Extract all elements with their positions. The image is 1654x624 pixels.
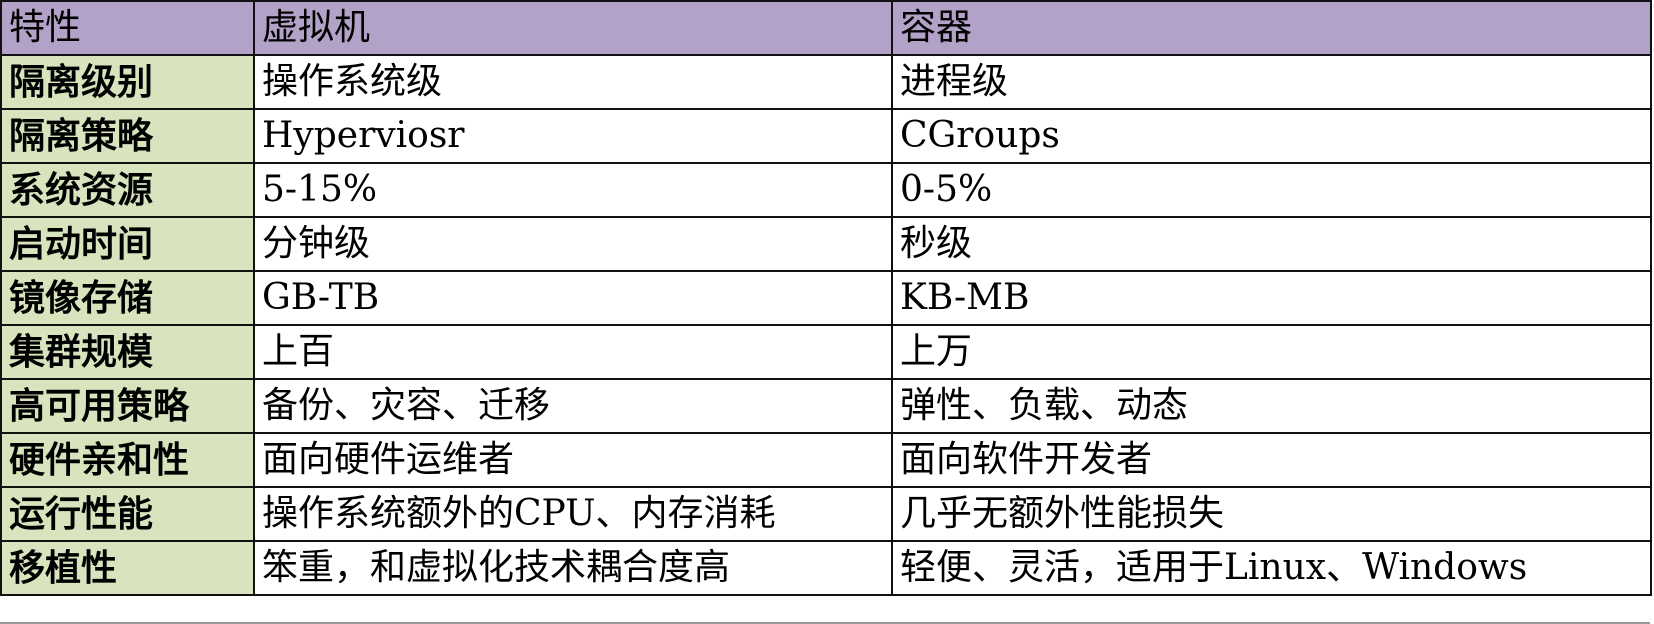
row-container-value: 0-5% [891,162,1652,218]
table-row: 集群规模 上百 上万 [0,324,1652,380]
row-container-value: 弹性、负载、动态 [891,378,1652,434]
row-container-value: KB-MB [891,270,1652,326]
row-vm-value: 面向硬件运维者 [253,432,893,488]
row-container-value: 进程级 [891,54,1652,110]
row-vm-value: 操作系统级 [253,54,893,110]
table-row: 移植性 笨重，和虚拟化技术耦合度高 轻便、灵活，适用于Linux、Windows [0,540,1652,596]
table-row: 运行性能 操作系统额外的CPU、内存消耗 几乎无额外性能损失 [0,486,1652,542]
row-feature: 系统资源 [0,162,255,218]
table-row: 隔离策略 Hyperviosr CGroups [0,108,1652,164]
row-feature: 运行性能 [0,486,255,542]
row-feature: 高可用策略 [0,378,255,434]
row-vm-value: GB-TB [253,270,893,326]
row-container-value: 轻便、灵活，适用于Linux、Windows [891,540,1652,596]
row-vm-value: 操作系统额外的CPU、内存消耗 [253,486,893,542]
row-vm-value: 5-15% [253,162,893,218]
row-container-value: 上万 [891,324,1652,380]
vm-vs-container-table: 特性 虚拟机 容器 隔离级别 操作系统级 进程级 隔离策略 Hyperviosr… [0,0,1652,596]
row-vm-value: 备份、灾容、迁移 [253,378,893,434]
header-container: 容器 [891,0,1652,56]
row-feature: 移植性 [0,540,255,596]
table-row: 高可用策略 备份、灾容、迁移 弹性、负载、动态 [0,378,1652,434]
row-feature: 隔离级别 [0,54,255,110]
table-row: 系统资源 5-15% 0-5% [0,162,1652,218]
table-row: 启动时间 分钟级 秒级 [0,216,1652,272]
row-vm-value: 分钟级 [253,216,893,272]
row-container-value: CGroups [891,108,1652,164]
row-container-value: 几乎无额外性能损失 [891,486,1652,542]
header-feature: 特性 [0,0,255,56]
table-row: 硬件亲和性 面向硬件运维者 面向软件开发者 [0,432,1652,488]
row-feature: 隔离策略 [0,108,255,164]
row-vm-value: Hyperviosr [253,108,893,164]
row-feature: 硬件亲和性 [0,432,255,488]
header-row: 特性 虚拟机 容器 [0,0,1652,56]
row-feature: 启动时间 [0,216,255,272]
header-vm: 虚拟机 [253,0,893,56]
row-container-value: 面向软件开发者 [891,432,1652,488]
row-vm-value: 笨重，和虚拟化技术耦合度高 [253,540,893,596]
table-row: 镜像存储 GB-TB KB-MB [0,270,1652,326]
row-vm-value: 上百 [253,324,893,380]
comparison-sheet: 特性 虚拟机 容器 隔离级别 操作系统级 进程级 隔离策略 Hyperviosr… [0,0,1654,624]
row-feature: 集群规模 [0,324,255,380]
table-row: 隔离级别 操作系统级 进程级 [0,54,1652,110]
row-feature: 镜像存储 [0,270,255,326]
row-container-value: 秒级 [891,216,1652,272]
